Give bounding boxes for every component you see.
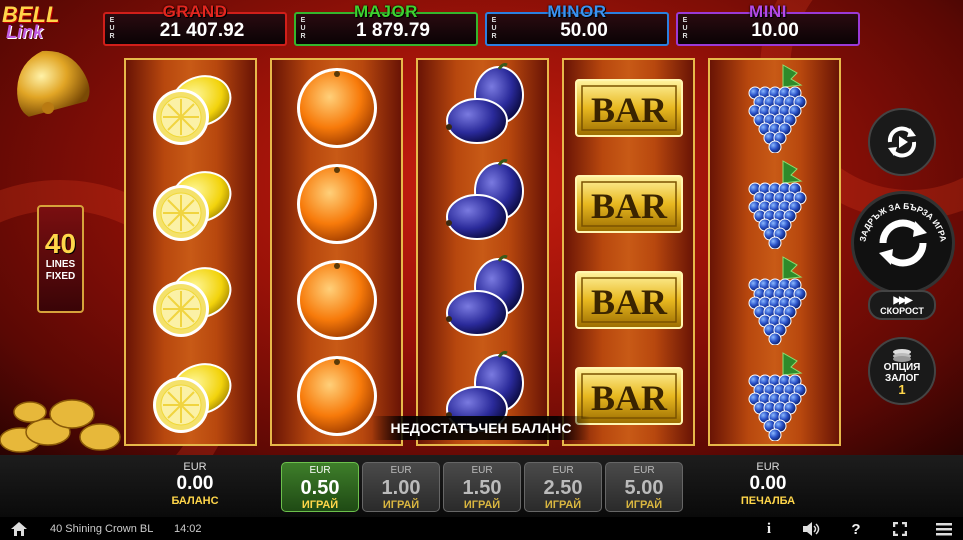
reel-2 (270, 58, 403, 446)
info-icon[interactable]: i (760, 520, 778, 538)
jackpot-title: MINI (749, 2, 787, 21)
bet-label: ИГРАЙ (625, 499, 663, 511)
symbol-lemon (126, 156, 255, 252)
bottom-panel: EUR 0.00 БАЛАНС EUR 0.50 ИГРАЙ EUR 1.00 … (0, 455, 963, 517)
symbol-orange (272, 252, 401, 348)
balance-label: БАЛАНС (171, 495, 219, 507)
bet-label: ИГРАЙ (463, 499, 501, 511)
jackpot-title: MAJOR (354, 2, 418, 21)
status-bar: 40 Shining Crown BL 14:02 i ? (0, 517, 963, 540)
bet-button-0-50[interactable]: EUR 0.50 ИГРАЙ (281, 462, 359, 512)
svg-text:BAR: BAR (590, 282, 667, 322)
jackpot-minor: MINOR EUR 50.00 (485, 2, 669, 46)
bell-link-logo: BELL Link (0, 0, 100, 120)
symbol-grapes (710, 156, 839, 252)
jackpot-grand: GRAND EUR 21 407.92 (103, 2, 287, 46)
sound-icon[interactable] (803, 520, 821, 538)
svg-text:BAR: BAR (590, 378, 667, 418)
fast-forward-icon: ▶▶▶ (893, 294, 912, 306)
bet-value: 1.50 (462, 477, 502, 499)
coin-stack-icon (893, 348, 911, 362)
spin-icon (879, 219, 927, 267)
jackpot-title: MINOR (547, 2, 607, 21)
bet-button-5-00[interactable]: EUR 5.00 ИГРАЙ (605, 462, 683, 512)
balance-currency: EUR (183, 461, 207, 473)
bet-label: ИГРАЙ (544, 499, 582, 511)
symbol-grapes (710, 348, 839, 444)
reel-1 (124, 58, 257, 446)
bet-option-button[interactable]: ОПЦИЯ ЗАЛОГ 1 (868, 337, 936, 405)
game-name: 40 Shining Crown BL (50, 523, 154, 535)
win-display: EUR 0.00 ПЕЧАЛБА (713, 461, 823, 507)
bet-button-2-50[interactable]: EUR 2.50 ИГРАЙ (524, 462, 602, 512)
help-icon[interactable]: ? (847, 520, 865, 538)
balance-value: 0.00 (176, 473, 214, 494)
svg-text:BAR: BAR (590, 186, 667, 226)
bet-button-1-50[interactable]: EUR 1.50 ИГРАЙ (443, 462, 521, 512)
symbol-orange (272, 60, 401, 156)
bet-currency: EUR (552, 465, 574, 476)
clock: 14:02 (174, 523, 202, 535)
bet-option-value: 1 (898, 381, 906, 397)
win-label: ПЕЧАЛБА (740, 495, 796, 507)
bet-currency: EUR (471, 465, 493, 476)
symbol-lemon (126, 252, 255, 348)
reel-5 (708, 58, 841, 446)
symbol-plum (418, 156, 547, 252)
autoplay-button[interactable] (868, 108, 936, 176)
win-currency: EUR (756, 461, 780, 473)
bet-button-1-00[interactable]: EUR 1.00 ИГРАЙ (362, 462, 440, 512)
bet-currency: EUR (633, 465, 655, 476)
autoplay-icon (887, 126, 917, 158)
gold-coins-decoration (0, 399, 121, 453)
reel-4: BAR BAR BAR BAR (562, 58, 695, 446)
home-icon[interactable] (10, 520, 28, 538)
spin-button[interactable] (851, 191, 955, 295)
symbol-plum (418, 252, 547, 348)
bet-value: 5.00 (624, 477, 664, 499)
bet-label: ИГРАЙ (301, 499, 339, 511)
lines-label: LINES (45, 259, 76, 270)
bet-label: ИГРАЙ (382, 499, 420, 511)
bet-value: 2.50 (543, 477, 583, 499)
bet-currency: EUR (390, 465, 412, 476)
symbol-bar: BAR (564, 60, 693, 156)
jackpot-major: MAJOR EUR 1 879.79 (294, 2, 478, 46)
lines-fixed-label: FIXED (45, 271, 76, 282)
symbol-lemon (126, 348, 255, 444)
lines-count: 40 (44, 228, 77, 259)
win-value: 0.00 (749, 473, 787, 494)
menu-icon[interactable] (935, 520, 953, 538)
reel-3 (416, 58, 549, 446)
symbol-orange (272, 156, 401, 252)
jackpot-mini: MINI EUR 10.00 (676, 2, 860, 46)
lines-indicator: 40 LINES FIXED (37, 205, 84, 313)
symbol-plum (418, 60, 547, 156)
speed-button[interactable]: ▶▶▶ СКОРОСТ (868, 290, 936, 320)
jackpot-title: GRAND (162, 2, 228, 21)
game-stage: BELL Link GRAND EUR 21 407.92 MAJOR EUR … (0, 0, 963, 455)
balance-display: EUR 0.00 БАЛАНС (140, 461, 250, 507)
bet-value: 0.50 (300, 477, 340, 499)
bet-value: 1.00 (381, 477, 421, 499)
symbol-bar: BAR (564, 156, 693, 252)
symbol-bar: BAR (564, 252, 693, 348)
bet-option-label: ОПЦИЯ (883, 361, 921, 373)
svg-text:BAR: BAR (590, 90, 667, 130)
speed-label: СКОРОСТ (880, 305, 924, 316)
symbol-grapes (710, 252, 839, 348)
fullscreen-icon[interactable] (891, 520, 909, 538)
symbol-lemon (126, 60, 255, 156)
symbol-grapes (710, 60, 839, 156)
logo-text-link: Link (6, 22, 44, 42)
bet-currency: EUR (309, 465, 331, 476)
insufficient-balance-message: НЕДОСТАТЪЧЕН БАЛАНС (372, 416, 590, 440)
